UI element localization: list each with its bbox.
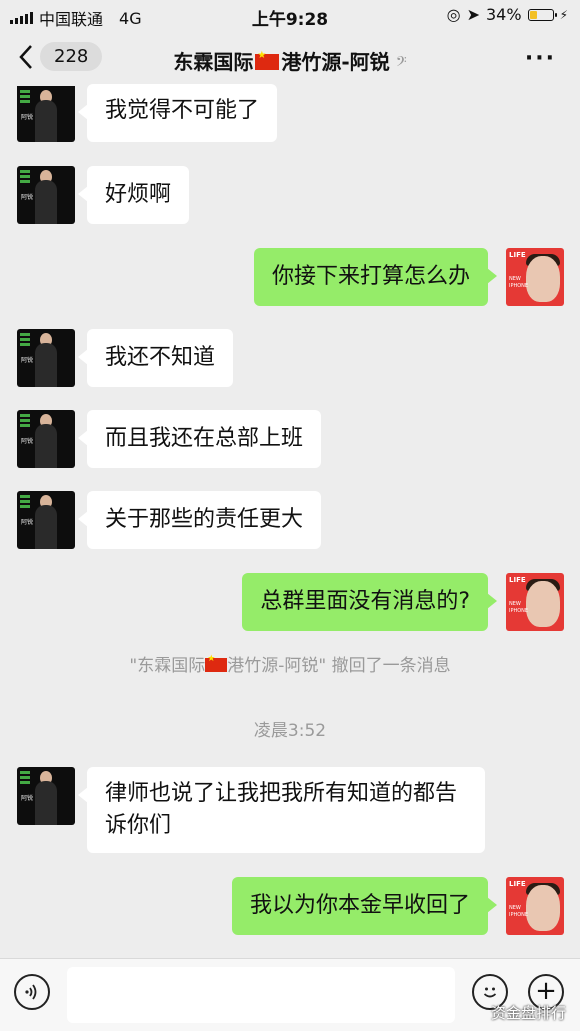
voice-input-button[interactable] [14, 974, 50, 1010]
voice-icon [25, 984, 37, 1000]
message-received[interactable]: 关于那些的责任更大 [77, 491, 322, 549]
chat-title-part2: 港竹源-阿锐 [281, 50, 390, 74]
avatar-new-iphone-text: NEW IPHONE [509, 601, 529, 614]
avatar-life-text: LIFE [509, 880, 526, 888]
earpiece-mode-icon: 𝄢 [395, 54, 407, 74]
chat-header: 228 东霖国际港竹源-阿锐𝄢 ··· [0, 30, 580, 90]
contact-avatar[interactable]: 阿锐 [17, 767, 75, 825]
more-options-button[interactable]: ··· [525, 46, 556, 71]
avatar-tag: 阿锐 [21, 357, 34, 364]
watermark: 资金盘排行 [490, 1004, 566, 1022]
message-sent[interactable]: 你接下来打算怎么办 [253, 248, 498, 306]
avatar-tag: 阿锐 [21, 519, 34, 526]
avatar-new-iphone-text: NEW IPHONE [509, 905, 529, 918]
contact-avatar[interactable]: 阿锐 [17, 491, 75, 549]
battery-percent: 34% [486, 5, 522, 24]
emoji-icon [483, 987, 497, 998]
message-received[interactable]: 我觉得不可能了 [77, 84, 278, 142]
battery-icon [527, 8, 557, 21]
contact-avatar[interactable]: 阿锐 [17, 86, 75, 142]
orientation-lock-icon: ◎ [446, 5, 461, 24]
avatar-life-text: LIFE [509, 576, 526, 584]
recall-notice-part2: 港竹源-阿锐" 撤回了一条消息 [227, 656, 451, 676]
self-avatar[interactable]: LIFE NEW IPHONE [506, 877, 564, 935]
status-bar: 中国联通 4G 上午9:28 ◎ ➤ 34% ⚡ [0, 0, 580, 30]
contact-avatar[interactable]: 阿锐 [17, 410, 75, 468]
avatar-tag: 阿锐 [21, 438, 34, 445]
chat-title: 东霖国际 港竹源-阿锐𝄢 [0, 46, 580, 75]
chat-title-part1: 东霖国际 [173, 50, 254, 74]
contact-avatar[interactable]: 阿锐 [17, 329, 75, 387]
status-right: ◎ ➤ 34% ⚡ [447, 5, 568, 24]
message-sent[interactable]: 我以为你本金早收回了 [231, 877, 498, 935]
self-avatar[interactable]: LIFE NEW IPHONE [506, 573, 564, 631]
avatar-tag: 阿锐 [21, 795, 34, 802]
recall-notice-part1: "东霖国际 [129, 656, 206, 676]
china-flag-icon [255, 50, 280, 70]
chat-timestamp: 凌晨3:52 [253, 721, 327, 741]
message-input[interactable] [67, 967, 455, 1023]
avatar-new-iphone-text: NEW IPHONE [509, 276, 529, 289]
contact-avatar[interactable]: 阿锐 [17, 166, 75, 224]
avatar-tag: 阿锐 [21, 114, 34, 121]
self-avatar[interactable]: LIFE NEW IPHONE [506, 248, 564, 306]
message-received[interactable]: 我还不知道 [77, 329, 234, 387]
avatar-life-text: LIFE [509, 251, 526, 259]
china-flag-icon [205, 654, 228, 672]
input-bar: + 资金盘排行 [0, 958, 580, 1031]
avatar-tag: 阿锐 [21, 194, 34, 201]
message-received[interactable]: 律师也说了让我把我所有知道的都告诉你们 [78, 767, 485, 853]
message-sent[interactable]: 总群里面没有消息的? [242, 573, 497, 631]
message-received[interactable]: 好烦啊 [77, 166, 190, 224]
charging-icon: ⚡ [559, 7, 568, 22]
location-icon: ➤ [466, 5, 480, 24]
recall-notice: "东霖国际 港竹源-阿锐" 撤回了一条消息 [0, 651, 580, 676]
message-received[interactable]: 而且我还在总部上班 [77, 410, 322, 468]
